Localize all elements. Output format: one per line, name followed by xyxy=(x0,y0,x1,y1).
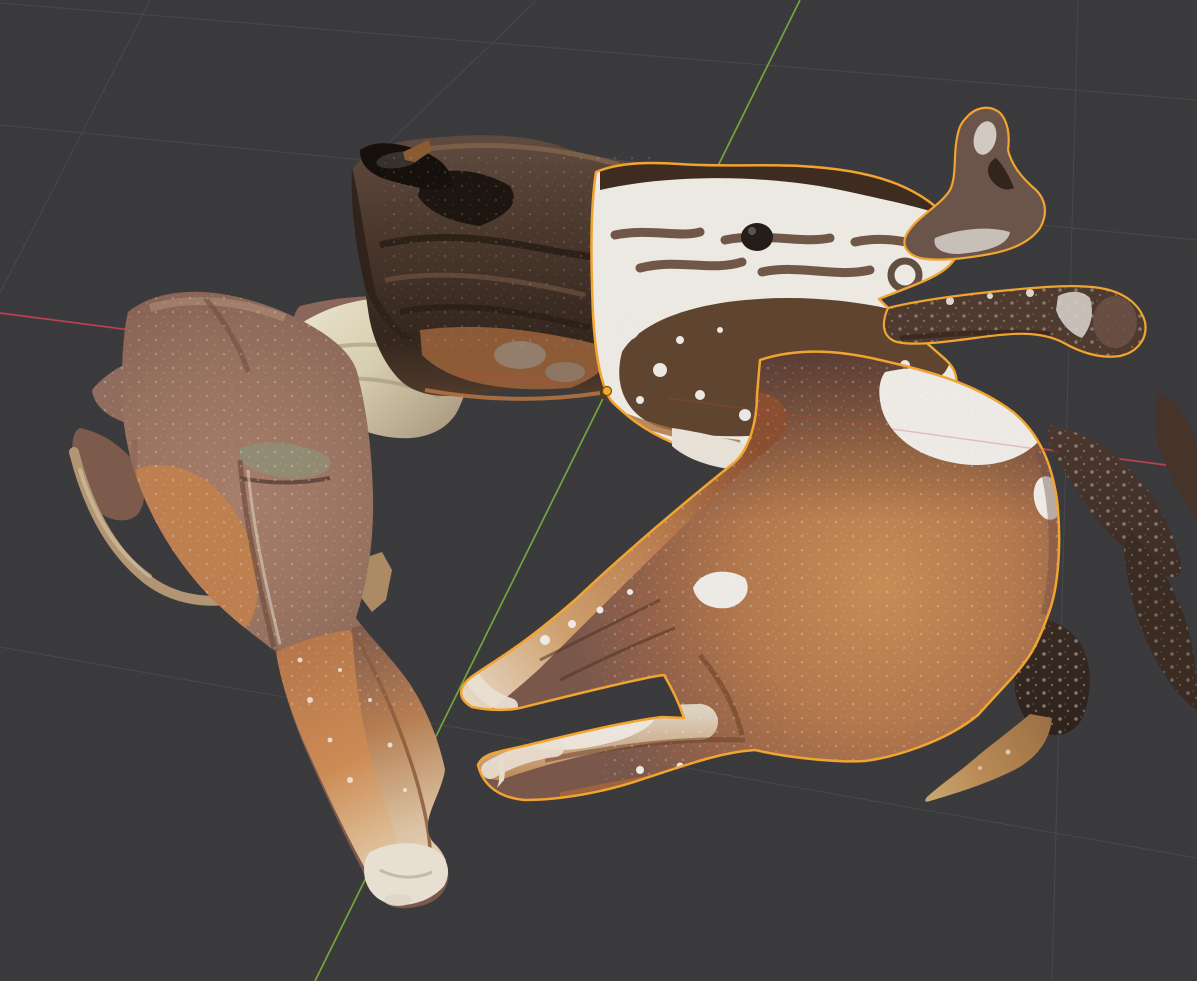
viewport-3d-scene[interactable] xyxy=(0,0,1197,981)
viewport-canvas[interactable] xyxy=(0,0,1197,981)
crab-eye xyxy=(741,223,773,251)
origin-dot xyxy=(601,385,613,397)
